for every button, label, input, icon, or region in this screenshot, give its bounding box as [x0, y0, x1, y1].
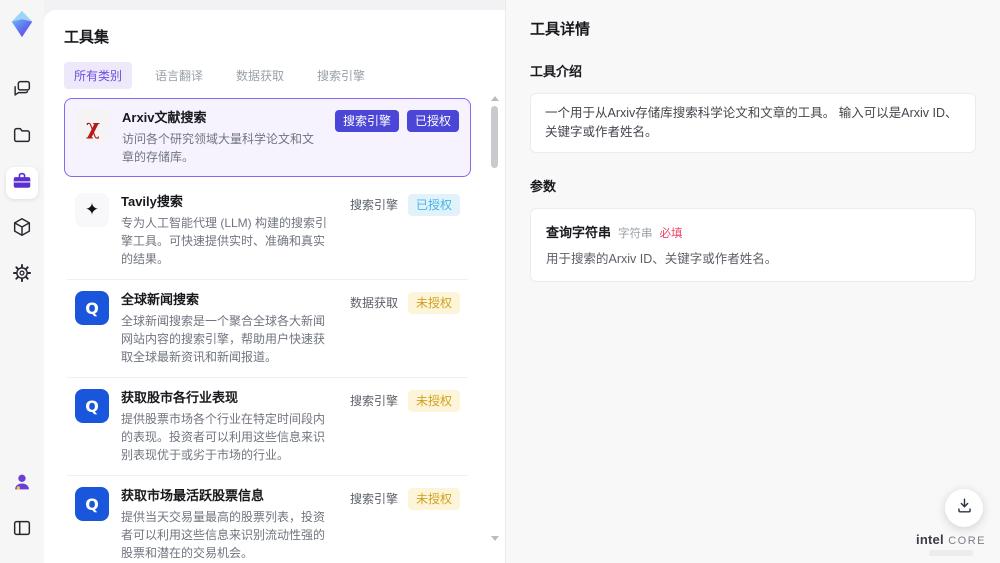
nav-toolbox-button[interactable] — [6, 167, 38, 199]
category-badge: 数据获取 — [349, 296, 398, 310]
tool-description: 访问各个研究领域大量科学论文和文章的存储库。 — [122, 132, 315, 164]
tab-data-fetch[interactable]: 数据获取 — [226, 62, 294, 89]
param-type: 字符串 — [618, 228, 653, 240]
intel-series-text: CORE — [948, 535, 986, 547]
tool-detail-panel: 工具详情 工具介绍 一个用于从Arxiv存储库搜索科学论文和文章的工具。 输入可… — [505, 0, 1000, 563]
scrollbar-thumb[interactable] — [491, 106, 498, 168]
intel-core-logo: intel CORE — [916, 533, 986, 556]
tool-description: 全球新闻搜索是一个聚合全球各大新闻网站内容的搜索引擎，帮助用户快速获取全球最新资… — [121, 314, 326, 364]
tool-description: 专为人工智能代理 (LLM) 构建的搜索引擎工具。可快速提供实时、准确和真实的结… — [121, 216, 328, 266]
tavily-icon: ✦ — [75, 193, 109, 227]
intro-heading: 工具介绍 — [530, 64, 583, 79]
tool-card-sector-performance[interactable]: Q 获取股市各行业表现 提供股票市场各个行业在特定时间段内的表现。投资者可以利用… — [64, 379, 471, 474]
left-nav-rail — [0, 0, 44, 563]
nav-settings-button[interactable] — [6, 259, 38, 291]
nav-files-button[interactable] — [6, 121, 38, 153]
tab-language-translation[interactable]: 语言翻译 — [145, 62, 213, 89]
panel-toggle-icon — [11, 517, 33, 544]
arxiv-icon: χ — [76, 109, 110, 143]
nav-plugins-button[interactable] — [6, 213, 38, 245]
nav-chat-button[interactable] — [6, 75, 38, 107]
tool-card-tavily[interactable]: ✦ Tavily搜索 专为人工智能代理 (LLM) 构建的搜索引擎工具。可快速提… — [64, 183, 471, 278]
download-button[interactable] — [945, 489, 983, 527]
blue-q-glyph: Q — [85, 298, 99, 318]
auth-status-badge: 未授权 — [407, 390, 460, 412]
download-icon — [955, 496, 974, 520]
cube-icon — [11, 216, 33, 243]
tool-description: 提供股票市场各个行业在特定时间段内的表现。投资者可以利用这些信息来识别表现优于或… — [121, 412, 326, 462]
parameter-card: 查询字符串 字符串 必填 用于搜索的Arxiv ID、关键字或作者姓名。 — [530, 208, 976, 282]
tool-name: 获取市场最活跃股票信息 — [121, 488, 265, 503]
param-description: 用于搜索的Arxiv ID、关键字或作者姓名。 — [546, 252, 778, 266]
collapse-sidebar-button[interactable] — [6, 514, 38, 546]
folder-icon — [11, 124, 33, 151]
blue-q-glyph: Q — [85, 396, 99, 416]
tool-card-global-news[interactable]: Q 全球新闻搜索 全球新闻搜索是一个聚合全球各大新闻网站内容的搜索引擎，帮助用户… — [64, 281, 471, 376]
param-required-badge: 必填 — [659, 228, 683, 240]
category-tabs: 所有类别 语言翻译 数据获取 搜索引擎 — [64, 62, 483, 89]
tab-search-engine[interactable]: 搜索引擎 — [307, 62, 375, 89]
tool-list: χ Arxiv文献搜索 访问各个研究领域大量科学论文和文章的存储库。 搜索引擎 … — [64, 98, 483, 563]
tool-intro-text: 一个用于从Arxiv存储库搜索科学论文和文章的工具。 输入可以是Arxiv ID… — [530, 93, 976, 153]
tool-name: 获取股市各行业表现 — [121, 390, 239, 405]
news-search-icon: Q — [75, 291, 109, 325]
auth-status-badge: 已授权 — [406, 110, 459, 132]
tool-name: Tavily搜索 — [121, 194, 183, 209]
auth-status-badge: 已授权 — [407, 194, 460, 216]
category-badge: 搜索引擎 — [334, 110, 399, 132]
tool-card-active-stocks[interactable]: Q 获取市场最活跃股票信息 提供当天交易量最高的股票列表，投资者可以利用这些信息… — [64, 477, 471, 563]
list-divider — [67, 279, 468, 280]
tab-all-categories[interactable]: 所有类别 — [64, 62, 133, 89]
category-badge: 搜索引擎 — [349, 198, 398, 212]
gear-icon — [11, 262, 33, 289]
tool-description: 提供当天交易量最高的股票列表，投资者可以利用这些信息来识别流动性强的股票和潜在的… — [121, 510, 326, 560]
arxiv-glyph: χ — [86, 113, 100, 139]
param-name: 查询字符串 — [546, 225, 612, 240]
intel-brand-text: intel — [916, 532, 944, 547]
app-window: 工具集 所有类别 语言翻译 数据获取 搜索引擎 χ Arxiv文献搜索 访问各个… — [0, 0, 1000, 563]
chat-icon — [11, 78, 33, 105]
intel-logo-watermark — [929, 550, 974, 556]
tool-name: 全球新闻搜索 — [121, 292, 200, 307]
list-divider — [67, 475, 468, 476]
list-scrollbar — [490, 94, 499, 561]
auth-status-badge: 未授权 — [407, 292, 460, 314]
briefcase-icon — [11, 170, 33, 197]
user-avatar-icon — [11, 471, 33, 498]
params-heading: 参数 — [530, 179, 557, 194]
page-title: 工具集 — [64, 29, 110, 46]
tool-name: Arxiv文献搜索 — [122, 110, 207, 125]
toolset-panel: 工具集 所有类别 语言翻译 数据获取 搜索引擎 χ Arxiv文献搜索 访问各个… — [44, 10, 505, 563]
tool-card-arxiv[interactable]: χ Arxiv文献搜索 访问各个研究领域大量科学论文和文章的存储库。 搜索引擎 … — [64, 98, 471, 177]
app-logo-icon — [7, 8, 37, 40]
auth-status-badge: 未授权 — [407, 488, 460, 510]
active-stocks-icon: Q — [75, 487, 109, 521]
category-badge: 搜索引擎 — [349, 394, 398, 408]
tavily-glyph: ✦ — [84, 200, 100, 219]
category-badge: 搜索引擎 — [349, 492, 398, 506]
detail-title: 工具详情 — [530, 21, 591, 38]
stock-sector-icon: Q — [75, 389, 109, 423]
scroll-up-arrow-icon[interactable] — [491, 96, 499, 101]
scroll-down-arrow-icon[interactable] — [491, 536, 499, 541]
user-profile-button[interactable] — [6, 468, 38, 500]
list-divider — [67, 377, 468, 378]
blue-q-glyph: Q — [85, 494, 99, 514]
